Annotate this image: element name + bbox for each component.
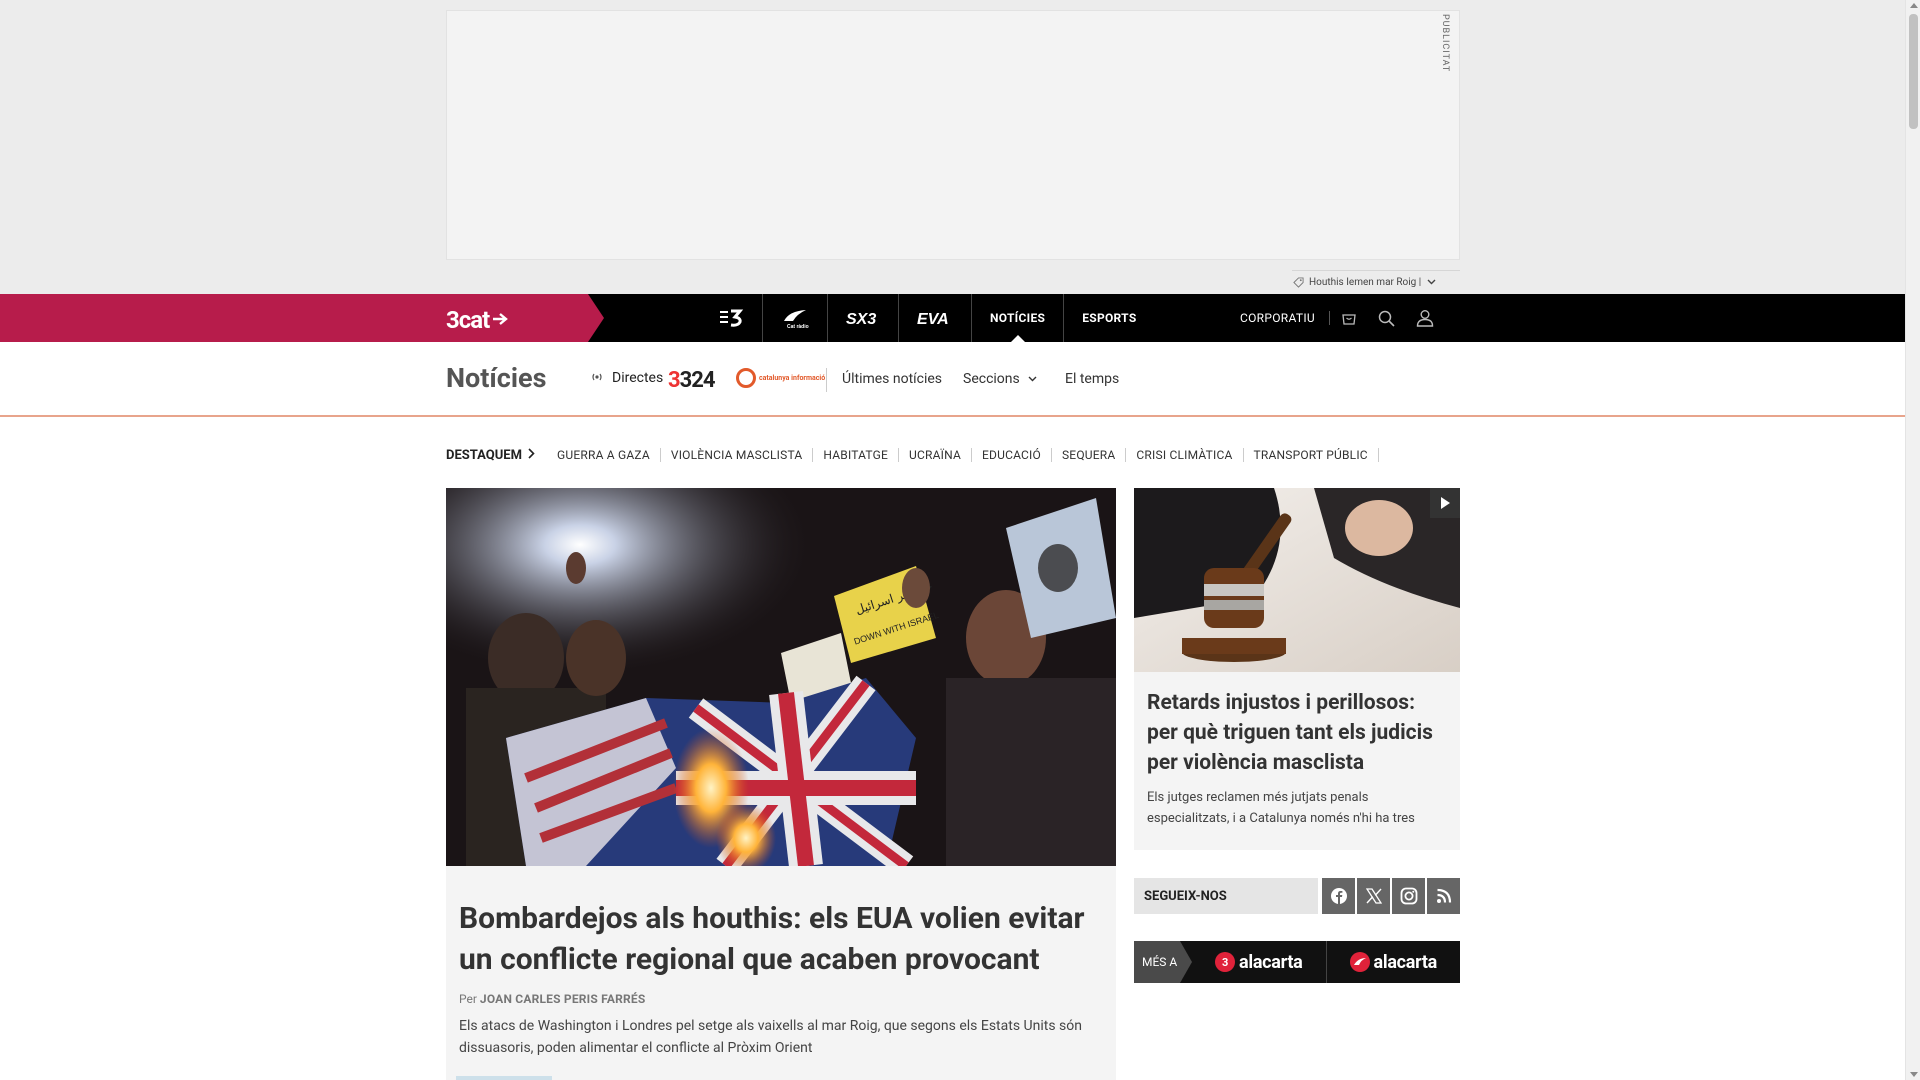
destaquem-text: DESTAQUEM — [446, 447, 522, 463]
sx3-link[interactable]: SX3 — [828, 294, 899, 342]
tag-icon — [1292, 277, 1304, 289]
side-story-headline[interactable]: Retards injustos i perillosos: per què t… — [1147, 688, 1447, 778]
play-video-button[interactable] — [1430, 488, 1460, 518]
side-story-image[interactable] — [1134, 488, 1460, 672]
shop-bag-icon[interactable] — [1330, 294, 1368, 342]
highlight-habitatge[interactable]: HABITATGE — [813, 448, 900, 462]
324-logo[interactable]: 3324 — [668, 368, 715, 393]
ad-band: PUBLICITAT Houthis Iemen mar Roig | — [0, 0, 1905, 294]
side-story-card[interactable]: Retards injustos i perillosos: per què t… — [1134, 672, 1460, 850]
page-title[interactable]: Notícies — [446, 362, 546, 394]
page-scrollbar[interactable] — [1905, 0, 1920, 1080]
chevron-down-icon[interactable] — [1427, 278, 1436, 288]
catradio-link[interactable]: Cat ràdio — [763, 294, 828, 342]
324-logo-mark: 3 — [668, 368, 681, 393]
ultimes-noticies-link[interactable]: Últimes notícies — [842, 371, 942, 387]
chevron-right-icon — [528, 447, 535, 463]
follow-label: SEGUEIX-NOS — [1134, 878, 1318, 914]
main-story-card[interactable]: Bombardejos als houthis: els EUA volien … — [446, 866, 1116, 1080]
main-story-lead: Els atacs de Washington i Londres pel se… — [459, 1018, 1082, 1056]
section-header: Notícies Directes 3324 catalunya informa… — [0, 342, 1905, 417]
seccions-dropdown[interactable]: Seccions — [963, 371, 1037, 387]
scroll-thumb[interactable] — [1909, 14, 1918, 129]
follow-bar: SEGUEIX-NOS — [1134, 878, 1460, 914]
ci-circle-icon — [736, 368, 756, 388]
tv3-alacarta-link[interactable]: 3 alacarta — [1192, 941, 1327, 983]
tag-bar-text: Houthis Iemen mar Roig | — [1309, 277, 1422, 288]
catradio-mark-icon — [1349, 952, 1370, 972]
highlights-bar: DESTAQUEM GUERRA A GAZA VIOLÈNCIA MASCLI… — [446, 444, 1379, 466]
highlight-violencia-masclista[interactable]: VIOLÈNCIA MASCLISTA — [661, 448, 814, 462]
eva-icon: EVA — [917, 311, 949, 327]
tag-bar[interactable]: Houthis Iemen mar Roig | — [1292, 270, 1460, 294]
brand-arrow-icon — [491, 311, 509, 330]
facebook-icon[interactable] — [1322, 878, 1355, 914]
related-story-thumbnail[interactable] — [456, 1076, 552, 1080]
byline: Per JOAN CARLES PERIS FARRÉS — [459, 992, 1103, 1006]
ad-slot[interactable] — [446, 10, 1460, 260]
alacarta-brand-tv3: alacarta — [1239, 951, 1303, 973]
main-story-headline[interactable]: Bombardejos als houthis: els EUA volien … — [459, 898, 1103, 980]
corporatiu-link[interactable]: CORPORATIU — [1240, 311, 1330, 325]
play-icon — [1441, 497, 1450, 509]
chevron-down-icon — [1028, 374, 1037, 385]
ad-label: PUBLICITAT — [1440, 14, 1450, 73]
directes-link[interactable]: Directes — [590, 370, 663, 386]
topnav-utilities: CORPORATIU — [1240, 294, 1444, 342]
mes-a-label: MÉS A — [1134, 941, 1192, 983]
destaquem-label[interactable]: DESTAQUEM — [446, 447, 535, 463]
seccions-label: Seccions — [963, 371, 1020, 387]
directes-label: Directes — [612, 370, 664, 386]
scroll-up-arrow-icon[interactable] — [1910, 3, 1918, 8]
catalunya-informacio-logo[interactable]: catalunya informació — [736, 368, 825, 388]
esports-link[interactable]: ESPORTS — [1064, 294, 1154, 342]
highlight-ucraina[interactable]: UCRAÏNA — [899, 448, 972, 462]
tv3-link[interactable] — [700, 294, 763, 342]
svg-text:EVA: EVA — [917, 311, 949, 327]
gavel-photo — [1134, 488, 1460, 672]
noticies-link[interactable]: NOTÍCIES — [972, 294, 1065, 342]
scroll-down-arrow-icon[interactable] — [1910, 1072, 1918, 1077]
catradio-alacarta-link[interactable]: alacarta — [1327, 941, 1461, 983]
ci-logo-text: catalunya informació — [759, 374, 826, 382]
highlight-sequera[interactable]: SEQUERA — [1052, 448, 1127, 462]
catradio-icon: Cat ràdio — [784, 310, 809, 329]
channel-nav: Cat ràdio SX3 EVA NOTÍCIES ESPORTS — [700, 294, 1155, 342]
eva-link[interactable]: EVA — [899, 294, 972, 342]
search-icon[interactable] — [1368, 294, 1406, 342]
alacarta-brand-radio: alacarta — [1373, 951, 1438, 973]
3cat-logo[interactable]: 3cat — [446, 306, 509, 334]
brand-block — [0, 294, 604, 342]
el-temps-link[interactable]: El temps — [1065, 371, 1119, 387]
protest-photo: حرق بر اسرائيل DOWN WITH ISRAEL — [446, 488, 1116, 866]
alacarta-bar: MÉS A 3 alacarta alacarta — [1134, 941, 1460, 983]
instagram-icon[interactable] — [1392, 878, 1425, 914]
svg-text:Cat ràdio: Cat ràdio — [787, 324, 809, 329]
top-navbar: 3cat Cat ràdio SX3 EVA NOTÍCIES ESPORTS … — [0, 294, 1905, 342]
byline-prefix: Per — [459, 992, 477, 1006]
divider — [826, 368, 827, 392]
main-story-image[interactable]: حرق بر اسرائيل DOWN WITH ISRAEL — [446, 488, 1116, 866]
tv3-icon — [720, 309, 744, 327]
324-logo-text: 324 — [679, 368, 716, 393]
live-broadcast-icon — [590, 372, 604, 385]
x-twitter-icon[interactable] — [1357, 878, 1390, 914]
user-icon[interactable] — [1406, 294, 1444, 342]
rss-icon[interactable] — [1427, 878, 1460, 914]
highlight-crisi-climatica[interactable]: CRISI CLIMÀTICA — [1126, 448, 1244, 462]
highlight-transport-public[interactable]: TRANSPORT PÚBLIC — [1244, 448, 1379, 462]
highlight-educacio[interactable]: EDUCACIÓ — [972, 448, 1052, 462]
highlight-guerra-gaza[interactable]: GUERRA A GAZA — [547, 448, 661, 462]
tv3-mark-icon: 3 — [1215, 952, 1236, 972]
side-story-lead: Els jutges reclamen més jutjats penals e… — [1147, 790, 1415, 826]
sx3-icon: SX3 — [846, 311, 876, 327]
author-name[interactable]: JOAN CARLES PERIS FARRÉS — [480, 992, 646, 1006]
brand-text: 3cat — [446, 306, 490, 334]
svg-text:SX3: SX3 — [846, 311, 876, 327]
